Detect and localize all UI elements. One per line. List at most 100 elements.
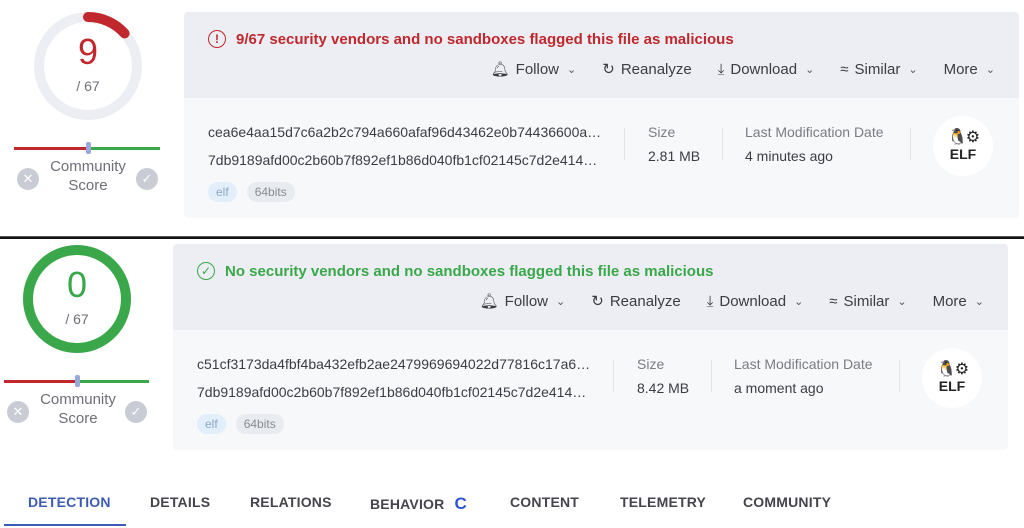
linux-penguin-gear-icon: 🐧⚙: [947, 129, 980, 146]
chevron-down-icon: ⌄: [567, 63, 577, 76]
similar-icon: ≈: [840, 60, 849, 78]
reanalyze-label: Reanalyze: [609, 292, 681, 310]
file-hash-sha256[interactable]: cea6e4aa15d7c6a2b2c794a660afaf96d43462e0…: [208, 122, 601, 146]
card-header: ! 9/67 security vendors and no sandboxes…: [184, 12, 1019, 98]
last-modification-label: Last Modification Date: [734, 356, 873, 372]
file-size: Size 8.42 MB: [637, 356, 689, 396]
divider: [711, 360, 712, 392]
community-score-bar-negative: [14, 147, 87, 150]
similar-button[interactable]: ≈ Similar ⌄: [829, 292, 906, 310]
community-score-bar-negative: [4, 380, 76, 383]
file-summary-card: ! 9/67 security vendors and no sandboxes…: [184, 12, 1019, 218]
detection-alert: ✓ No security vendors and no sandboxes f…: [197, 262, 713, 280]
action-toolbar: 🔔︎ Follow ⌄ ↻ Reanalyze ⤓ Download ⌄ ≈ S…: [490, 60, 995, 79]
last-modification-value: 4 minutes ago: [745, 148, 833, 164]
file-tags: elf 64bits: [208, 182, 295, 202]
last-modification-value: a moment ago: [734, 380, 824, 396]
file-size-label: Size: [648, 124, 676, 140]
download-icon: ⤓: [717, 60, 725, 78]
action-toolbar: 🔔︎ Follow ⌄ ↻ Reanalyze ⤓ Download ⌄ ≈ S…: [480, 292, 984, 311]
tab-behavior-label: BEHAVIOR: [370, 496, 445, 512]
file-size-label: Size: [637, 356, 665, 372]
download-button[interactable]: ⤓ Download ⌄: [707, 292, 804, 310]
more-button[interactable]: More ⌄: [933, 292, 984, 310]
similar-button[interactable]: ≈ Similar ⌄: [840, 60, 917, 78]
vote-harmful-button[interactable]: ✕: [17, 168, 39, 190]
more-label: More: [943, 60, 978, 78]
vote-harmful-button[interactable]: ✕: [7, 401, 29, 423]
last-modification: Last Modification Date 4 minutes ago: [745, 124, 884, 164]
file-type-label: ELF: [949, 146, 977, 162]
download-button[interactable]: ⤓ Download ⌄: [718, 60, 815, 78]
report-panel-malicious: 9 / 67 ✕ Community Score ✓ ! 9/67 securi…: [0, 0, 1024, 236]
last-modification-label: Last Modification Date: [745, 124, 884, 140]
chevron-down-icon: ⌄: [897, 295, 907, 308]
check-circle-icon: ✓: [197, 262, 215, 280]
tab-community[interactable]: COMMUNITY: [743, 494, 831, 510]
tab-relations[interactable]: RELATIONS: [250, 494, 332, 510]
chevron-down-icon: ⌄: [908, 63, 918, 76]
file-type-badge: 🐧⚙ ELF: [933, 116, 993, 176]
vote-harmless-button[interactable]: ✓: [136, 168, 158, 190]
follow-button[interactable]: 🔔︎ Follow ⌄: [490, 60, 577, 79]
tab-behavior[interactable]: BEHAVIOR C: [370, 494, 467, 514]
detection-total: / 67: [65, 311, 89, 327]
download-label: Download: [730, 60, 798, 78]
download-label: Download: [719, 292, 787, 310]
divider: [624, 128, 625, 160]
chevron-down-icon: ⌄: [805, 63, 815, 76]
more-label: More: [932, 292, 967, 310]
detection-total: / 67: [76, 78, 100, 94]
tag-64bits[interactable]: 64bits: [235, 414, 284, 434]
detection-count: 0: [66, 264, 88, 305]
divider: [899, 360, 900, 392]
reanalyze-button[interactable]: ↻ Reanalyze: [602, 60, 692, 79]
follow-label: Follow: [504, 292, 549, 310]
similar-label: Similar: [854, 60, 901, 78]
community-score-bar-positive: [90, 147, 160, 150]
file-hashes: cea6e4aa15d7c6a2b2c794a660afaf96d43462e0…: [208, 122, 601, 178]
follow-label: Follow: [515, 60, 560, 78]
detection-alert-text: 9/67 security vendors and no sandboxes f…: [236, 30, 734, 48]
community-score-label: Community Score: [50, 158, 126, 194]
tag-64bits[interactable]: 64bits: [246, 182, 295, 202]
bell-icon: 🔔︎: [490, 61, 510, 78]
reanalyze-icon: ↻: [591, 293, 604, 310]
reanalyze-icon: ↻: [602, 61, 615, 78]
reanalyze-label: Reanalyze: [620, 60, 692, 78]
chevron-down-icon: ⌄: [556, 295, 566, 308]
file-hash-secondary[interactable]: 7db9189afd00c2b60b7f892ef1b86d040fb1cf02…: [208, 150, 601, 174]
reanalyze-button[interactable]: ↻ Reanalyze: [591, 292, 681, 311]
detection-alert-text: No security vendors and no sandboxes fla…: [225, 262, 714, 280]
chevron-down-icon: ⌄: [974, 295, 984, 308]
tab-details[interactable]: DETAILS: [150, 494, 210, 510]
tag-elf[interactable]: elf: [208, 182, 237, 202]
detection-gauge: 0 / 67: [21, 243, 133, 355]
detection-alert: ! 9/67 security vendors and no sandboxes…: [208, 30, 734, 48]
community-score-label: Community Score: [40, 391, 116, 427]
vote-harmless-button[interactable]: ✓: [125, 401, 147, 423]
community-score: ✕ Community Score ✓: [14, 142, 162, 207]
tab-telemetry[interactable]: TELEMETRY: [620, 494, 706, 510]
more-button[interactable]: More ⌄: [944, 60, 995, 78]
file-summary-card: ✓ No security vendors and no sandboxes f…: [173, 244, 1008, 450]
file-hashes: c51cf3173da4fbf4ba432efb2ae2479969694022…: [197, 354, 590, 410]
tab-detection[interactable]: DETECTION: [28, 494, 111, 510]
community-score: ✕ Community Score ✓: [4, 375, 152, 440]
last-modification: Last Modification Date a moment ago: [734, 356, 873, 396]
similar-icon: ≈: [829, 292, 838, 310]
report-tabs: DETECTION DETAILS RELATIONS BEHAVIOR C CO…: [0, 478, 1024, 528]
community-score-marker: [75, 375, 80, 387]
active-tab-indicator: [4, 524, 126, 526]
chevron-down-icon: ⌄: [985, 63, 995, 76]
community-score-bar-positive: [79, 380, 149, 383]
file-hash-secondary[interactable]: 7db9189afd00c2b60b7f892ef1b86d040fb1cf02…: [197, 382, 590, 406]
card-header: ✓ No security vendors and no sandboxes f…: [173, 244, 1008, 330]
file-hash-sha256[interactable]: c51cf3173da4fbf4ba432efb2ae2479969694022…: [197, 354, 590, 378]
tag-elf[interactable]: elf: [197, 414, 226, 434]
chevron-down-icon: ⌄: [794, 295, 804, 308]
file-size-value: 2.81 MB: [648, 148, 701, 164]
tab-content[interactable]: CONTENT: [510, 494, 579, 510]
follow-button[interactable]: 🔔︎ Follow ⌄: [480, 292, 566, 311]
file-type-badge: 🐧⚙ ELF: [922, 348, 982, 408]
